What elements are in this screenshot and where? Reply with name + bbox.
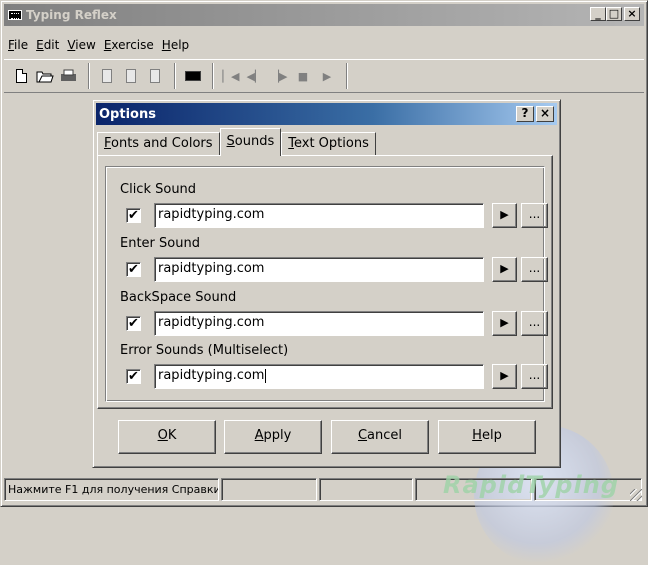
help-question-button[interactable]: ? xyxy=(516,106,534,122)
enter-sound-browse-button[interactable]: ... xyxy=(521,257,548,282)
apply-button[interactable]: Apply xyxy=(224,420,322,454)
status-panel xyxy=(221,478,318,501)
open-folder-icon[interactable] xyxy=(34,65,56,87)
page-icon xyxy=(144,65,166,87)
error-sounds-checkbox[interactable]: ✔ xyxy=(126,369,141,384)
main-title-bar[interactable]: Typing Reflex _ □ × xyxy=(4,4,644,26)
backspace-sound-label: BackSpace Sound xyxy=(120,290,237,305)
menu-exercise[interactable]: Exercise xyxy=(100,38,158,52)
cancel-button[interactable]: Cancel xyxy=(331,420,429,454)
step-back-icon: ◀▏ xyxy=(246,69,264,83)
sounds-tab-panel: Click Sound ✔ rapidtyping.com ▶ ... Ente… xyxy=(97,155,553,409)
backspace-sound-play-button[interactable]: ▶ xyxy=(492,311,517,336)
close-button[interactable]: × xyxy=(624,7,640,21)
menu-edit[interactable]: Edit xyxy=(32,38,63,52)
enter-sound-play-button[interactable]: ▶ xyxy=(492,257,517,282)
backspace-sound-browse-button[interactable]: ... xyxy=(521,311,548,336)
click-sound-play-button[interactable]: ▶ xyxy=(492,203,517,228)
help-button[interactable]: Help xyxy=(438,420,536,454)
minimize-button[interactable]: _ xyxy=(590,7,606,21)
backspace-sound-input[interactable]: rapidtyping.com xyxy=(154,311,484,336)
print-icon[interactable] xyxy=(58,65,80,87)
tab-text-options[interactable]: Text Options xyxy=(281,132,376,156)
menu-view[interactable]: View xyxy=(63,38,99,52)
status-hint: Нажмите F1 для получения Справки xyxy=(4,478,220,501)
ok-button[interactable]: OK xyxy=(118,420,216,454)
error-sounds-browse-button[interactable]: ... xyxy=(521,364,548,389)
options-tabs: Fonts and Colors Sounds Text Options xyxy=(97,128,376,156)
dialog-close-button[interactable]: × xyxy=(536,106,554,122)
maximize-button[interactable]: □ xyxy=(606,7,622,21)
click-sound-input[interactable]: rapidtyping.com xyxy=(154,203,484,228)
dialog-title: Options xyxy=(99,106,156,122)
sounds-group: Click Sound ✔ rapidtyping.com ▶ ... Ente… xyxy=(105,166,548,402)
text-caret xyxy=(265,368,267,383)
error-sounds-label: Error Sounds (Multiselect) xyxy=(120,343,289,358)
click-sound-checkbox[interactable]: ✔ xyxy=(126,208,141,223)
click-sound-browse-button[interactable]: ... xyxy=(521,203,548,228)
resize-grip[interactable] xyxy=(630,489,642,501)
stop-icon: ■ xyxy=(297,69,309,83)
status-panel xyxy=(319,478,413,501)
menu-help[interactable]: Help xyxy=(158,38,193,52)
error-sounds-play-button[interactable]: ▶ xyxy=(492,364,517,389)
step-forward-icon: ▕▶ xyxy=(270,69,288,83)
enter-sound-checkbox[interactable]: ✔ xyxy=(126,262,141,277)
play-icon: ▶ xyxy=(322,69,332,83)
error-sounds-input[interactable]: rapidtyping.com xyxy=(154,364,484,389)
click-sound-label: Click Sound xyxy=(120,182,197,197)
watermark-logo: RapidTyping xyxy=(443,471,619,499)
menu-bar: File Edit View Exercise Help xyxy=(4,34,193,56)
enter-sound-input[interactable]: rapidtyping.com xyxy=(154,257,484,282)
tab-sounds[interactable]: Sounds xyxy=(219,128,282,156)
menu-file[interactable]: File xyxy=(4,38,32,52)
keyboard-app-icon xyxy=(8,10,22,20)
tab-fonts-and-colors[interactable]: Fonts and Colors xyxy=(97,132,220,156)
app-title: Typing Reflex xyxy=(26,8,117,22)
enter-sound-label: Enter Sound xyxy=(120,236,200,251)
page-icon xyxy=(96,65,118,87)
page-icon xyxy=(120,65,142,87)
options-dialog: Options ? × Fonts and Colors Sounds Text… xyxy=(92,99,561,468)
backspace-sound-checkbox[interactable]: ✔ xyxy=(126,316,141,331)
dialog-title-bar[interactable]: Options ? × xyxy=(96,103,557,125)
new-document-icon[interactable] xyxy=(10,65,32,87)
toolbar: ▏◀ ◀▏ ▕▶ ■ ▶ xyxy=(4,59,644,93)
keyboard-icon[interactable] xyxy=(182,65,204,87)
skip-start-icon: ▏◀ xyxy=(222,69,240,83)
